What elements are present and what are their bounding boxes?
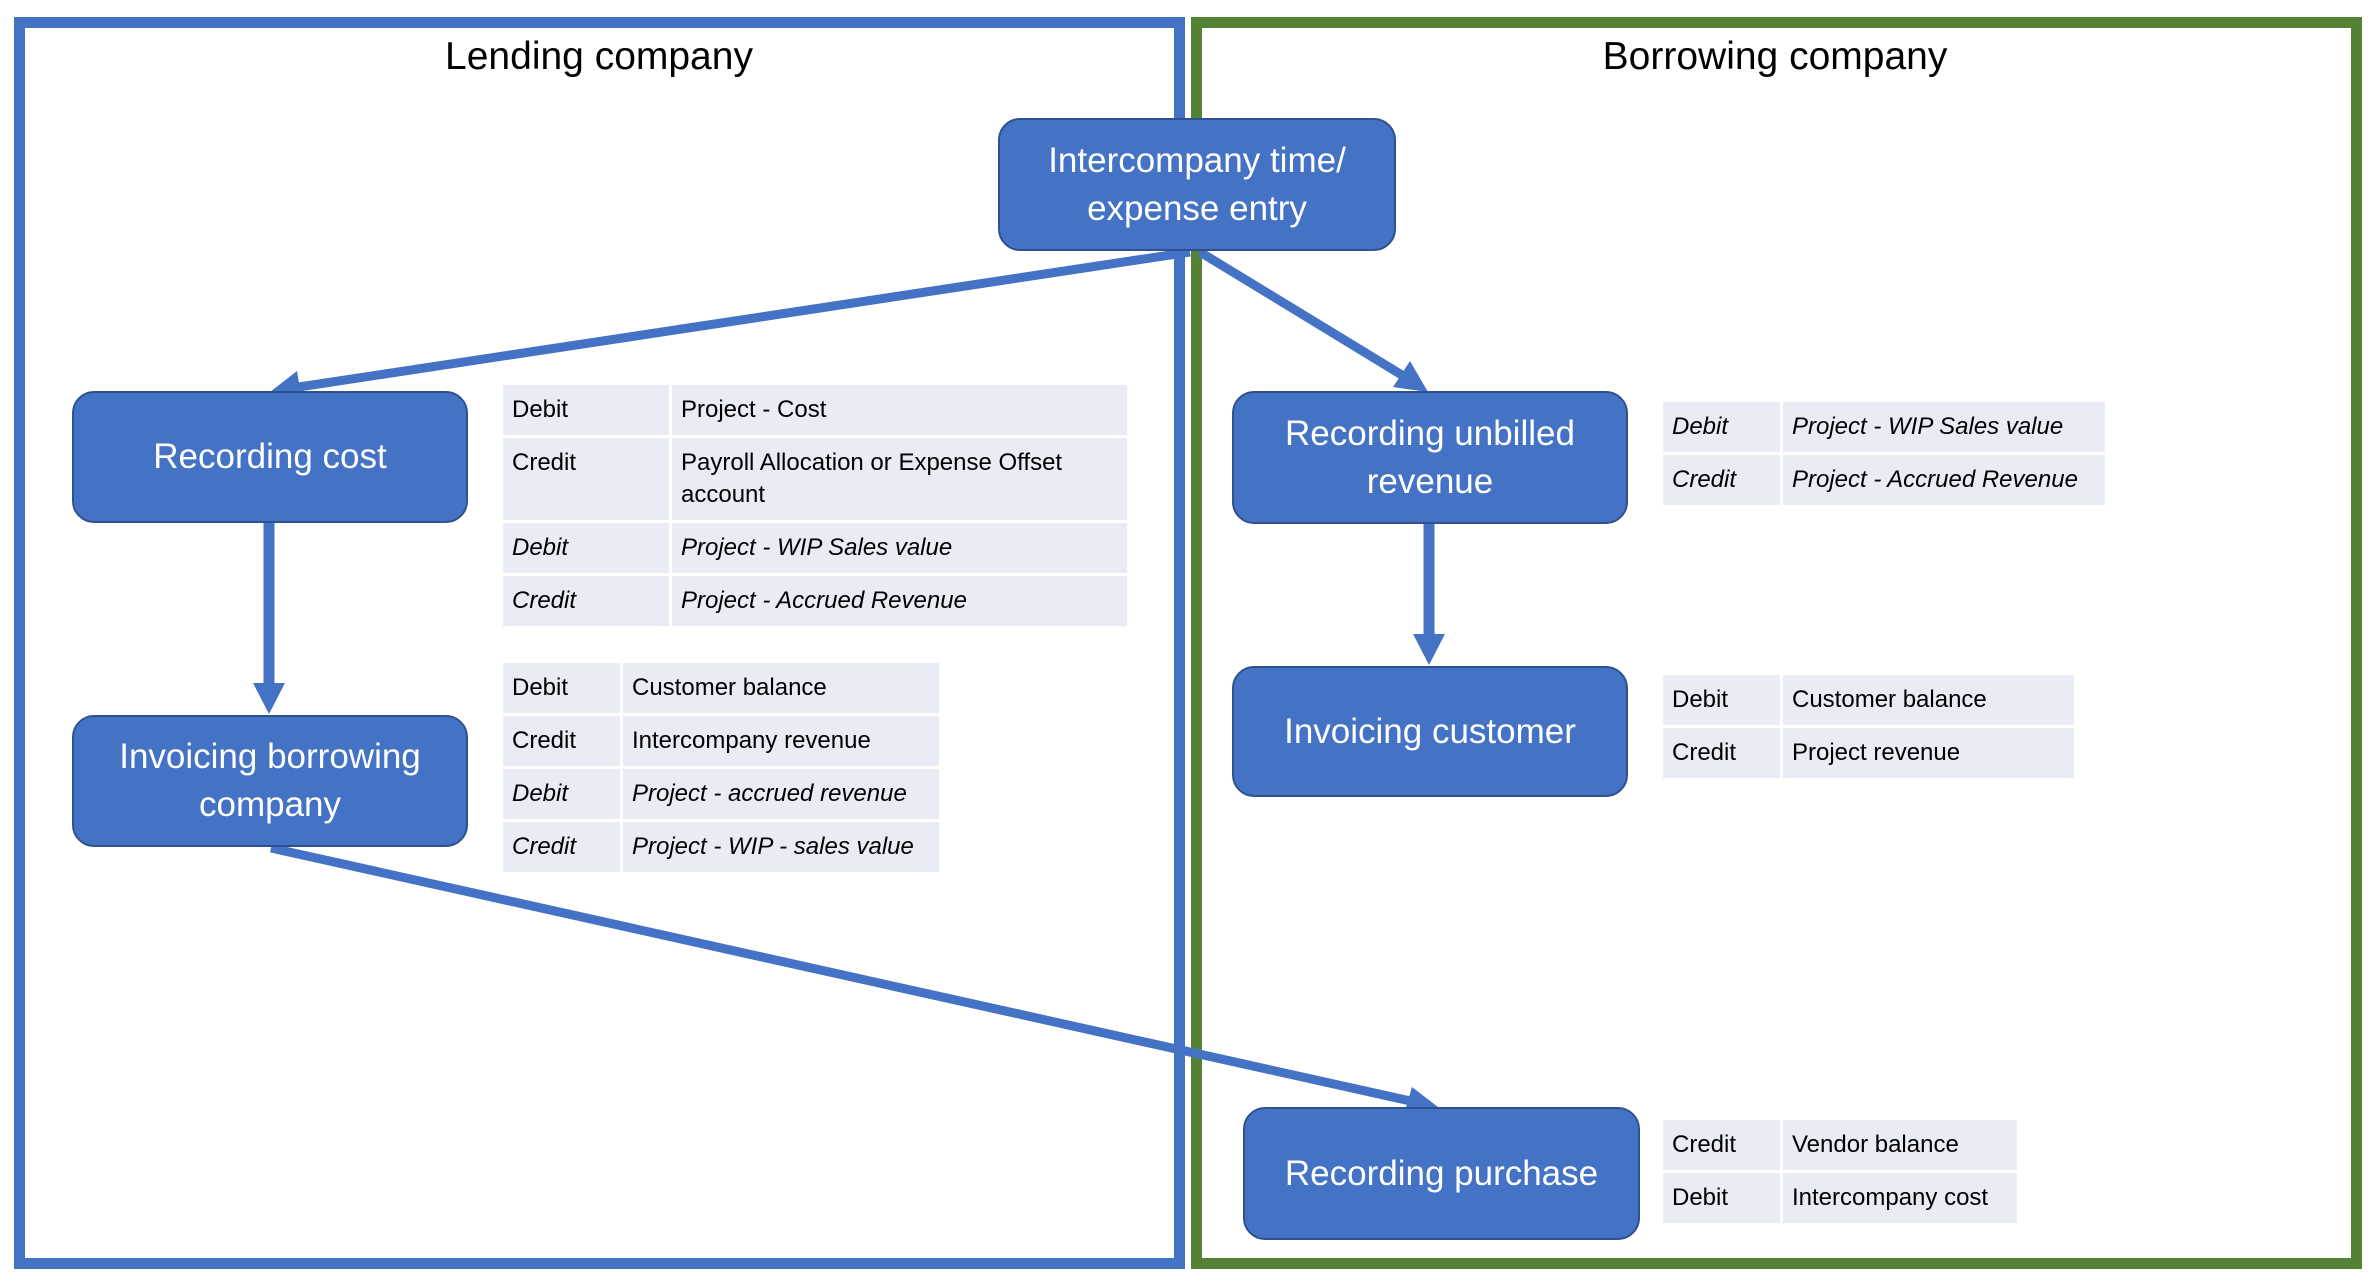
- posting-account-cell: Project - WIP Sales value: [1783, 402, 2105, 452]
- posting-row: Debit Project - accrued revenue: [503, 769, 939, 819]
- posting-type-cell: Credit: [1663, 728, 1780, 778]
- posting-type-cell: Credit: [1663, 455, 1780, 505]
- posting-type-cell: Debit: [503, 385, 669, 435]
- postings-table-recording-cost: Debit Project - Cost Credit Payroll Allocat…: [500, 382, 1130, 629]
- posting-account-cell: Vendor balance: [1783, 1120, 2017, 1170]
- posting-account-cell: Project - WIP Sales value: [672, 523, 1127, 573]
- posting-row: Credit Project - Accrued Revenue: [1663, 455, 2105, 505]
- posting-type-cell: Credit: [503, 576, 669, 626]
- posting-account-cell: Customer balance: [1783, 675, 2074, 725]
- posting-row: Credit Project - WIP - sales value: [503, 822, 939, 872]
- posting-account-cell: Project - Accrued Revenue: [1783, 455, 2105, 505]
- posting-account-cell: Project - accrued revenue: [623, 769, 939, 819]
- posting-row: Credit Intercompany revenue: [503, 716, 939, 766]
- posting-row: Debit Project - Cost: [503, 385, 1127, 435]
- posting-type-cell: Credit: [503, 822, 620, 872]
- posting-account-cell: Payroll Allocation or Expense Offset acc…: [672, 438, 1127, 520]
- node-label-line: Invoicing customer: [1284, 711, 1576, 751]
- posting-type-cell: Debit: [1663, 402, 1780, 452]
- posting-type-cell: Debit: [1663, 1173, 1780, 1223]
- posting-type-cell: Credit: [1663, 1120, 1780, 1170]
- node-label-line: Recording cost: [153, 437, 387, 476]
- posting-row: Credit Payroll Allocation or Expense Offs…: [503, 438, 1127, 520]
- node-label-line: Invoicing borrowing: [119, 737, 421, 776]
- node-invoicing-customer[interactable]: Invoicing customer: [1232, 666, 1628, 797]
- postings-table-recording-unbilled: Debit Project - WIP Sales value Credit Proj…: [1660, 399, 2108, 508]
- node-label-line: expense entry: [1087, 188, 1307, 228]
- postings-table-recording-purchase: Credit Vendor balance Debit Intercompany co…: [1660, 1117, 2020, 1226]
- posting-row: Debit Project - WIP Sales value: [503, 523, 1127, 573]
- posting-type-cell: Debit: [503, 663, 620, 713]
- lending-company-title: Lending company: [445, 35, 753, 78]
- posting-account-cell: Project revenue: [1783, 728, 2074, 778]
- posting-account-cell: Customer balance: [623, 663, 939, 713]
- node-intercompany-entry[interactable]: Intercompany time/ expense entry: [998, 118, 1396, 251]
- posting-account-cell: Intercompany revenue: [623, 716, 939, 766]
- posting-row: Debit Project - WIP Sales value: [1663, 402, 2105, 452]
- node-recording-purchase[interactable]: Recording purchase: [1243, 1107, 1640, 1240]
- node-invoicing-borrowing-company[interactable]: Invoicing borrowing company: [72, 715, 468, 847]
- node-recording-cost[interactable]: Recording cost: [72, 391, 468, 523]
- posting-row: Credit Project - Accrued Revenue: [503, 576, 1127, 626]
- borrowing-company-title: Borrowing company: [1602, 35, 1948, 78]
- node-label-line: Recording unbilled: [1285, 413, 1575, 453]
- node-label-line: revenue: [1366, 461, 1494, 501]
- posting-account-cell: Project - Cost: [672, 385, 1127, 435]
- postings-table-invoicing-customer: Debit Customer balance Credit Project reven…: [1660, 672, 2077, 781]
- posting-type-cell: Debit: [1663, 675, 1780, 725]
- node-label-line: company: [198, 785, 342, 824]
- posting-type-cell: Debit: [503, 769, 620, 819]
- posting-account-cell: Intercompany cost: [1783, 1173, 2017, 1223]
- posting-type-cell: Credit: [503, 438, 669, 520]
- posting-account-cell: Project - WIP - sales value: [623, 822, 939, 872]
- posting-type-cell: Credit: [503, 716, 620, 766]
- posting-row: Debit Intercompany cost: [1663, 1173, 2017, 1223]
- posting-row: Debit Customer balance: [503, 663, 939, 713]
- posting-row: Credit Project revenue: [1663, 728, 2074, 778]
- node-recording-unbilled-revenue[interactable]: Recording unbilled revenue: [1232, 391, 1628, 524]
- posting-row: Credit Vendor balance: [1663, 1120, 2017, 1170]
- posting-type-cell: Debit: [503, 523, 669, 573]
- node-label-line: Intercompany time/: [1048, 140, 1346, 180]
- posting-account-cell: Project - Accrued Revenue: [672, 576, 1127, 626]
- postings-table-invoicing-borrowing: Debit Customer balance Credit Intercompany …: [500, 660, 942, 875]
- node-label-line: Recording purchase: [1284, 1153, 1599, 1193]
- posting-row: Debit Customer balance: [1663, 675, 2074, 725]
